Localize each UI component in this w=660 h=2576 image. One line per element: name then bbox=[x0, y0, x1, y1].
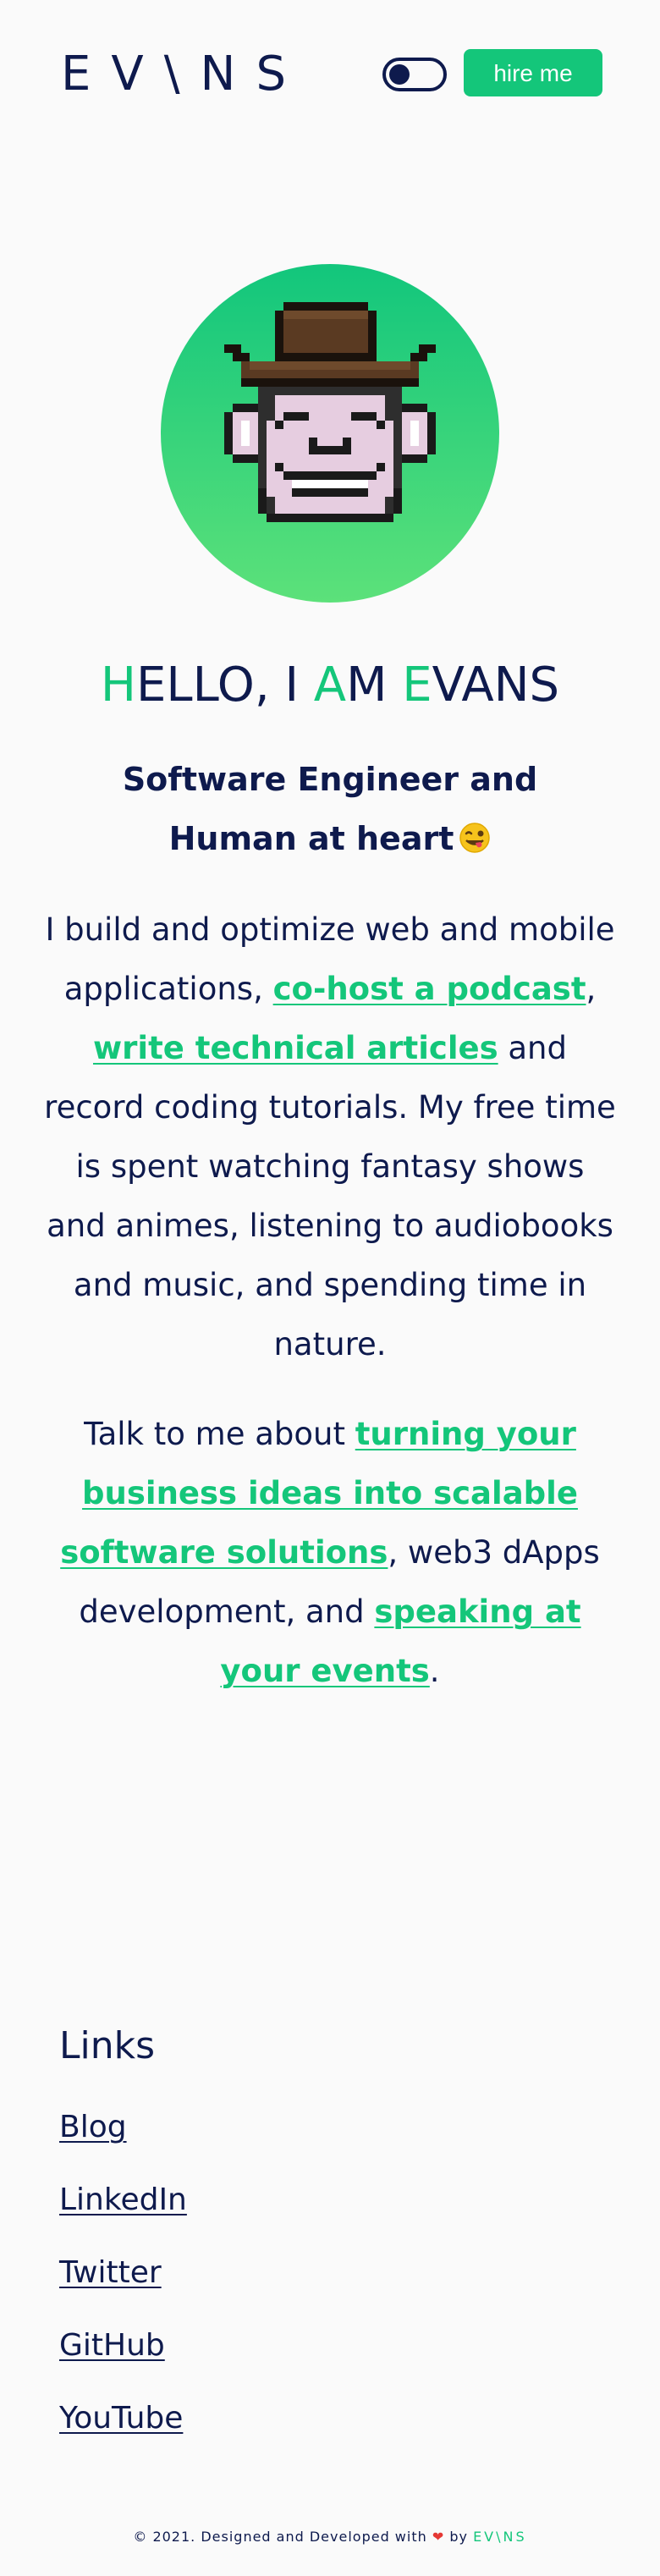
theme-toggle[interactable] bbox=[382, 58, 447, 91]
footer-text: © 2021. Designed and Developed with bbox=[133, 2529, 427, 2545]
hero-heading: HELLO, I AM EVANS bbox=[0, 652, 660, 719]
list-item: LinkedIn bbox=[59, 2175, 187, 2248]
articles-link[interactable]: write technical articles bbox=[93, 1030, 498, 1066]
hero-subtitle: Software Engineer and Human at heart bbox=[68, 750, 592, 868]
about-text: , bbox=[586, 971, 597, 1007]
hero-heading-text: VANS bbox=[432, 658, 560, 713]
heart-icon: ❤ bbox=[432, 2529, 445, 2545]
hero-heading-accent: E bbox=[402, 658, 432, 713]
podcast-link[interactable]: co-host a podcast bbox=[273, 971, 586, 1007]
site-logo[interactable]: EV\NS bbox=[61, 49, 306, 100]
winking-face-icon bbox=[459, 822, 491, 853]
hire-me-button[interactable]: hire me bbox=[464, 49, 602, 96]
github-link[interactable]: GitHub bbox=[59, 2328, 165, 2363]
youtube-link[interactable]: YouTube bbox=[59, 2401, 183, 2436]
services-text: . bbox=[429, 1653, 440, 1689]
twitter-link[interactable]: Twitter bbox=[59, 2255, 162, 2290]
site-header: EV\NS hire me bbox=[61, 49, 602, 100]
services-paragraph: Talk to me about turning your business i… bbox=[42, 1405, 618, 1701]
list-item: Twitter bbox=[59, 2248, 187, 2320]
hero-heading-accent: H bbox=[100, 658, 136, 713]
list-item: Blog bbox=[59, 2102, 187, 2175]
links-heading: Links bbox=[59, 2024, 156, 2067]
footer-brand[interactable]: EV\NS bbox=[473, 2529, 527, 2545]
hero-heading-text: ELLO, I bbox=[136, 658, 314, 713]
list-item: GitHub bbox=[59, 2320, 187, 2393]
toggle-knob-icon bbox=[389, 64, 410, 85]
list-item: YouTube bbox=[59, 2393, 187, 2466]
footer-by: by bbox=[449, 2529, 468, 2545]
services-text: Talk to me about bbox=[84, 1416, 355, 1452]
hero-heading-text: M bbox=[346, 658, 403, 713]
monkey-avatar-icon bbox=[224, 302, 436, 522]
about-paragraph: I build and optimize web and mobile appl… bbox=[42, 900, 618, 1374]
links-list: Blog LinkedIn Twitter GitHub YouTube bbox=[59, 2102, 187, 2466]
avatar bbox=[161, 264, 499, 603]
hero-heading-accent: A bbox=[313, 658, 347, 713]
blog-link[interactable]: Blog bbox=[59, 2110, 127, 2144]
about-text: and record coding tutorials. My free tim… bbox=[44, 1030, 616, 1362]
site-footer: © 2021. Designed and Developed with ❤ by… bbox=[0, 2525, 660, 2549]
linkedin-link[interactable]: LinkedIn bbox=[59, 2182, 187, 2217]
